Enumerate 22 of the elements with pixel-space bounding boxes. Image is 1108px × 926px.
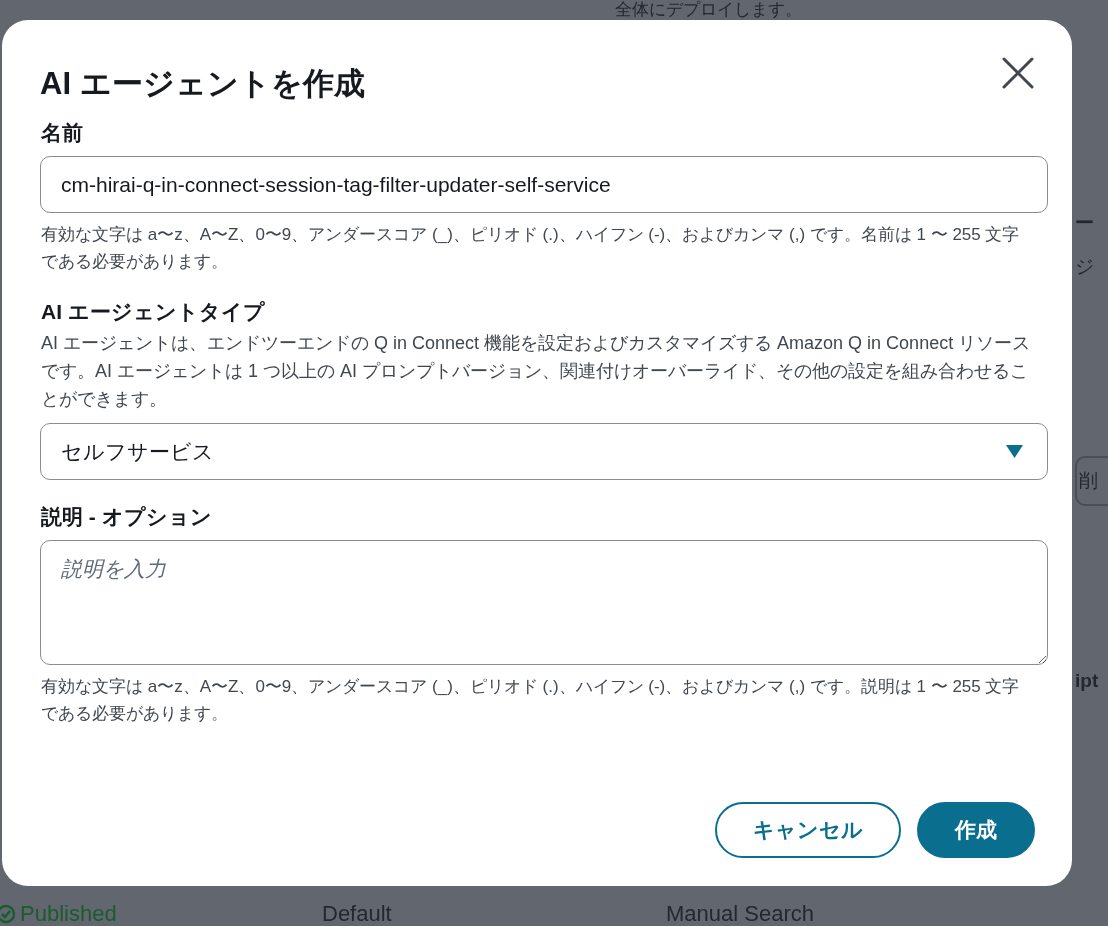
heading-fragment: ー [1075, 211, 1095, 235]
field-label: AI エージェントタイプ [41, 299, 266, 325]
heading-fragment: ipt [1075, 669, 1100, 693]
close-icon[interactable] [1001, 56, 1035, 90]
cancel-button[interactable]: キャンセル [715, 802, 901, 858]
field-description: AI エージェントは、エンドツーエンドの Q in Connect 機能を設定およびカスタマイズする Amazon Q in Connect リソースです。AI エージェントは 1 つ以上の AI プロンプトバージョン、関連付けオーバーライド、その他の設定を組み合わせることができます。 [41, 332, 1032, 411]
field-label: 説明 - オプション [41, 504, 213, 530]
create-button[interactable]: 作成 [917, 802, 1035, 858]
description-field[interactable]: 説明を入力 [40, 540, 1048, 665]
name-input-field[interactable]: cm-hirai-q-in-connect-session-tag-filter-updater-self-service [40, 156, 1048, 213]
background-cell-text: Default [322, 902, 393, 926]
status-text: Published [20, 902, 117, 926]
text-fragment: ジ [1075, 255, 1095, 279]
dialog-title: AI エージェントを作成 [40, 65, 365, 103]
background-text: 全体にデプロイします。 [615, 0, 802, 20]
field-hint: 有効な文字は a〜z、A〜Z、0〜9、アンダースコア (_)、ピリオド (.)、ハイフン (-)、およびカンマ (,) です。説明は 1 〜 255 文字である必要があります。 [41, 676, 1021, 725]
field-hint: 有効な文字は a〜z、A〜Z、0〜9、アンダースコア (_)、ピリオド (.)、ハイフン (-)、およびカンマ (,) です。名前は 1 〜 255 文字である必要があります。 [41, 224, 1021, 273]
caret-icon [1006, 445, 1023, 458]
status-check-icon [0, 904, 16, 924]
field-label: 名前 [41, 120, 84, 146]
select-field[interactable]: セルフサービス [40, 423, 1048, 480]
background-cell: Manual Search [666, 902, 814, 926]
